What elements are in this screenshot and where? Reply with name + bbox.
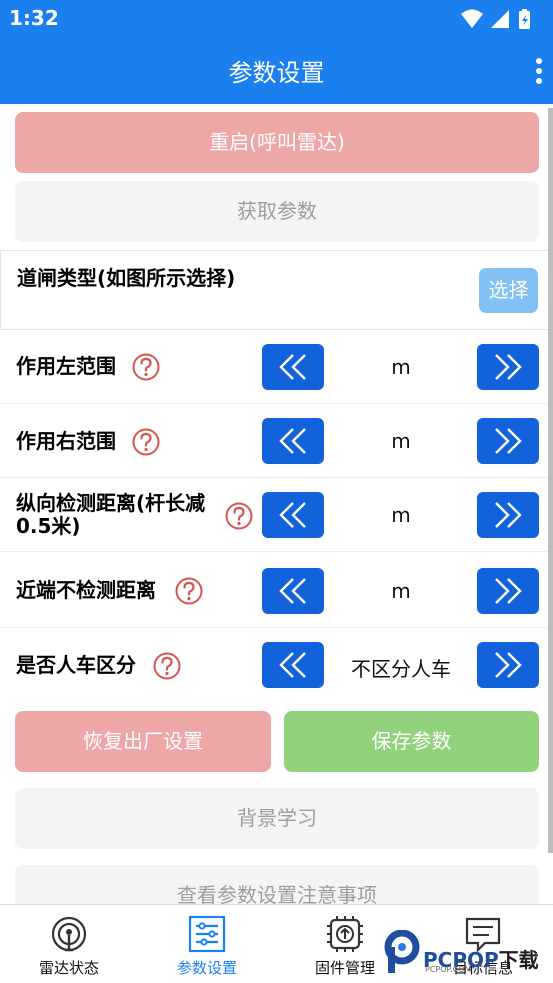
get-params-button[interactable]: 获取参数 [15, 181, 539, 242]
param-label: 作用右范围 [16, 429, 116, 453]
param-label: 是否人车区分 [16, 653, 136, 677]
radar-icon [51, 916, 87, 952]
nav-label: 参数设置 [176, 959, 237, 977]
help-icon[interactable] [132, 353, 160, 381]
status-time: 1:32 [9, 6, 59, 30]
gate-type-label: 道闸类型(如图所示选择) [17, 266, 236, 290]
increase-button[interactable] [477, 492, 539, 538]
gate-type-row: 道闸类型(如图所示选择) 选择 [0, 250, 553, 330]
more-menu-icon[interactable] [535, 57, 543, 89]
pcpop-logo-icon [384, 929, 420, 973]
param-value: m [391, 503, 411, 527]
nav-tab-radar-status[interactable]: 雷达状态 [0, 905, 138, 983]
chip-upload-icon [327, 916, 363, 952]
increase-button[interactable] [477, 418, 539, 464]
param-row-near-blind-distance: 近端不检测距离 m [0, 554, 553, 628]
page-title: 参数设置 [228, 59, 325, 87]
nav-tab-param-settings[interactable]: 参数设置 [138, 905, 276, 983]
status-bar: 1:32 [0, 0, 553, 38]
param-label: 近端不检测距离 [16, 578, 156, 602]
decrease-button[interactable] [262, 344, 324, 390]
watermark-sub: PCPOP.COM [425, 965, 472, 974]
sliders-icon [188, 915, 226, 953]
nav-label: 雷达状态 [38, 959, 99, 977]
param-value: m [391, 355, 411, 379]
restart-radar-button[interactable]: 重启(呼叫雷达) [15, 112, 539, 173]
reset-factory-button[interactable]: 恢复出厂设置 [15, 711, 271, 772]
select-button[interactable]: 选择 [479, 268, 538, 313]
watermark-logo: PCPOP下载 PCPOP.COM [383, 929, 553, 980]
decrease-button[interactable] [262, 492, 324, 538]
param-value: m [391, 429, 411, 453]
increase-button[interactable] [477, 568, 539, 614]
help-icon[interactable] [175, 577, 203, 605]
param-value: 不区分人车 [351, 657, 451, 681]
increase-button[interactable] [477, 642, 539, 688]
param-label: 纵向检测距离(杆长减0.5米) [16, 491, 206, 538]
param-row-left-range: 作用左范围 m [0, 330, 553, 404]
help-icon[interactable] [153, 652, 181, 680]
save-params-button[interactable]: 保存参数 [284, 711, 539, 772]
decrease-button[interactable] [262, 568, 324, 614]
status-icons [459, 8, 539, 34]
help-icon[interactable] [225, 502, 253, 530]
settings-content[interactable]: 重启(呼叫雷达) 获取参数 道闸类型(如图所示选择) 选择 作用左范围 m 作用… [0, 104, 553, 904]
decrease-button[interactable] [262, 642, 324, 688]
param-row-right-range: 作用右范围 m [0, 404, 553, 478]
param-row-vertical-distance: 纵向检测距离(杆长减0.5米) m [0, 478, 553, 552]
view-notes-button[interactable]: 查看参数设置注意事项 [15, 865, 539, 904]
decrease-button[interactable] [262, 418, 324, 464]
help-icon[interactable] [132, 428, 160, 456]
param-label: 作用左范围 [16, 354, 116, 378]
increase-button[interactable] [477, 344, 539, 390]
param-row-person-vehicle: 是否人车区分 不区分人车 [0, 628, 553, 702]
wifi-icon [461, 9, 483, 28]
param-value: m [391, 579, 411, 603]
scrollbar[interactable] [548, 108, 553, 853]
app-bar: 参数设置 [0, 38, 553, 104]
background-learning-button[interactable]: 背景学习 [15, 788, 539, 849]
signal-icon [491, 10, 509, 28]
